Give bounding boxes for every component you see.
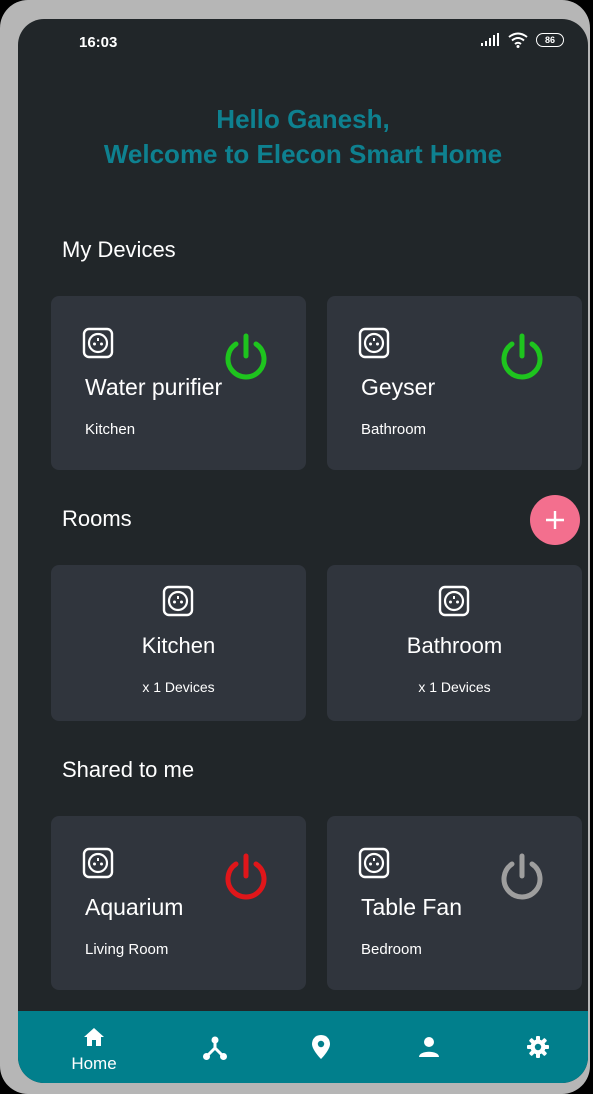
status-time: 16:03: [79, 34, 118, 51]
room-card[interactable]: Kitchen x 1 Devices: [51, 565, 306, 721]
nav-settings[interactable]: [523, 1011, 553, 1083]
app-screen: 16:03 86 Hello Ganesh, Welcome to Elecon…: [18, 19, 588, 1083]
location-icon: [312, 1035, 330, 1059]
device-room: Bedroom: [361, 941, 422, 958]
power-icon[interactable]: [497, 332, 547, 382]
section-shared: Shared to me: [62, 757, 195, 782]
device-name: Water purifier: [85, 374, 223, 400]
nav-location[interactable]: [306, 1011, 336, 1083]
status-icons: 86: [480, 32, 564, 48]
greeting-line1: Hello Ganesh,: [216, 104, 390, 134]
device-card[interactable]: Geyser Bathroom: [327, 296, 582, 470]
device-name: Table Fan: [361, 894, 463, 920]
add-room-button[interactable]: [530, 495, 580, 545]
nav-home-label: Home: [71, 1054, 117, 1073]
greeting-line2: Welcome to Elecon Smart Home: [103, 139, 503, 169]
device-room: Kitchen: [85, 421, 136, 438]
room-card[interactable]: Bathroom x 1 Devices: [327, 565, 582, 721]
socket-icon: [358, 327, 390, 359]
bottom-nav: Home: [18, 1011, 588, 1083]
person-icon: [419, 1037, 439, 1057]
socket-icon: [82, 327, 114, 359]
device-name: Aquarium: [85, 894, 184, 920]
shared-device-card[interactable]: Aquarium Living Room: [51, 816, 306, 990]
nav-devices[interactable]: [198, 1011, 232, 1083]
power-icon[interactable]: [221, 852, 271, 902]
device-room: Living Room: [85, 941, 169, 958]
shared-device-card[interactable]: Table Fan Bedroom: [327, 816, 582, 990]
signal-icon: [481, 33, 499, 46]
plus-icon: [546, 511, 564, 529]
home-icon: [84, 1028, 104, 1046]
room-name: Kitchen: [141, 633, 216, 658]
room-device-count: x 1 Devices: [142, 679, 215, 695]
network-icon: [203, 1036, 227, 1060]
battery-indicator: 86: [536, 33, 564, 47]
device-room: Bathroom: [361, 421, 427, 438]
room-device-count: x 1 Devices: [418, 679, 491, 695]
section-rooms: Rooms: [62, 506, 132, 531]
power-icon[interactable]: [497, 852, 547, 902]
gear-icon: [527, 1036, 549, 1058]
socket-icon: [438, 585, 470, 617]
device-card[interactable]: Water purifier Kitchen: [51, 296, 306, 470]
power-icon[interactable]: [221, 332, 271, 382]
device-name: Geyser: [361, 374, 436, 400]
section-my-devices: My Devices: [62, 237, 176, 262]
nav-profile[interactable]: [414, 1011, 444, 1083]
wifi-icon: [508, 32, 528, 48]
phone-frame: 16:03 86 Hello Ganesh, Welcome to Elecon…: [0, 0, 590, 1094]
socket-icon: [358, 847, 390, 879]
room-name: Bathroom: [406, 633, 503, 658]
nav-home[interactable]: Home: [64, 1011, 124, 1083]
socket-icon: [82, 847, 114, 879]
socket-icon: [162, 585, 194, 617]
